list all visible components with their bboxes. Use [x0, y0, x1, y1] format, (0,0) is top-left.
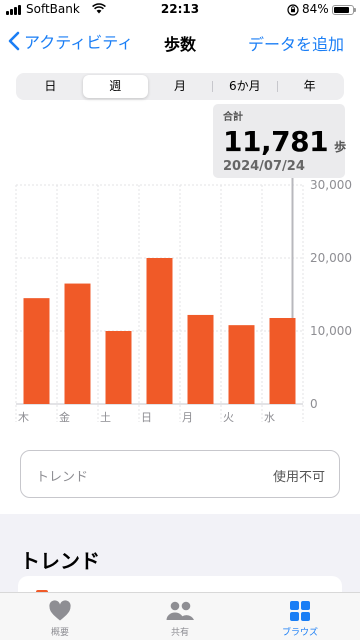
x-tick-label: 日	[141, 411, 152, 424]
back-button-label: アクティビティ	[24, 33, 134, 52]
trend-card-value: 使用不可	[272, 470, 325, 485]
x-tick-label: 木	[18, 411, 29, 424]
trend-card-label: トレンド	[36, 470, 89, 485]
tab-bar: 概要 共有 ブラウズ	[0, 592, 360, 640]
tooltip-label: 合計	[223, 112, 243, 123]
x-tick-label: 土	[100, 411, 111, 424]
selection-tooltip: 合計 11,781 歩 2024/07/24	[213, 104, 347, 178]
battery-percent: 84%	[302, 2, 329, 16]
y-tick-label: 20,000	[310, 251, 352, 265]
bar	[228, 325, 255, 404]
tooltip-date: 2024/07/24	[223, 159, 305, 174]
tab-sharing-label: 共有	[170, 628, 189, 638]
add-data-button[interactable]: データを追加	[248, 31, 344, 55]
x-tick-label: 月	[182, 411, 193, 424]
tooltip-value: 11,781	[223, 125, 329, 158]
tab-sharing[interactable]: 共有	[120, 593, 240, 640]
tab-summary[interactable]: 概要	[0, 593, 120, 640]
x-tick-label: 金	[59, 410, 70, 424]
bar	[23, 298, 50, 404]
trend-card[interactable]: トレンド 使用不可	[20, 450, 340, 498]
content-panel: 日 週 月 6か月 年 0 10,000 20,000 30,000 木金土日月火水 合…	[0, 64, 360, 514]
bar	[187, 314, 214, 404]
tab-browse[interactable]: ブラウズ	[240, 593, 360, 640]
people-icon	[166, 601, 194, 620]
y-tick-label: 30,000	[310, 178, 352, 192]
chevron-left-icon	[8, 31, 20, 51]
x-tick-label: 火	[223, 411, 234, 424]
tab-browse-label: ブラウズ	[281, 628, 318, 638]
bar	[64, 283, 91, 404]
bar	[269, 317, 296, 404]
orientation-lock-icon	[287, 4, 299, 16]
nav-bar: アクティビティ 歩数 データを追加	[0, 20, 360, 64]
grid-icon	[290, 601, 310, 621]
x-tick-label: 水	[264, 411, 275, 424]
bar	[146, 258, 173, 404]
y-tick-label: 10,000	[310, 324, 352, 338]
status-bar: SoftBank 22:13 84%	[0, 0, 360, 20]
back-button[interactable]: アクティビティ	[8, 29, 133, 53]
tab-summary-label: 概要	[50, 628, 69, 638]
battery-icon	[332, 5, 356, 15]
bar	[105, 331, 132, 404]
trend-section-heading: トレンド	[20, 549, 100, 573]
tooltip-unit: 歩	[334, 140, 347, 154]
y-tick-label: 0	[310, 397, 318, 411]
heart-icon	[49, 600, 71, 621]
